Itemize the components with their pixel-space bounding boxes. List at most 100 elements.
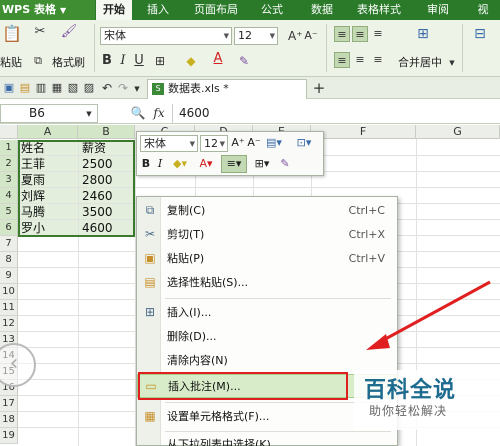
menu-item-insert[interactable]: ⊞ 插入(I)...: [137, 301, 397, 325]
tab-table-style[interactable]: 表格样式: [352, 0, 406, 20]
row-header[interactable]: 11: [0, 300, 18, 316]
open-icon[interactable]: ▤: [18, 80, 32, 96]
cell-b1[interactable]: 薪资: [80, 140, 134, 156]
tab-review[interactable]: 审阅: [420, 0, 456, 20]
font-name-combo[interactable]: 宋体 ▼: [100, 27, 232, 45]
decrease-font-icon[interactable]: A⁻: [247, 135, 261, 151]
cell-a3[interactable]: 夏雨: [19, 172, 77, 188]
merge-cells-icon[interactable]: ⊞: [412, 26, 434, 42]
undo-icon[interactable]: ↶: [100, 80, 114, 96]
column-header-g[interactable]: G: [416, 125, 500, 139]
fill-style-icon[interactable]: ▤▾: [263, 135, 285, 151]
select-all-corner[interactable]: [0, 125, 18, 139]
column-header-f[interactable]: F: [311, 125, 416, 139]
print-preview-icon[interactable]: ▦: [50, 80, 64, 96]
cell-a6[interactable]: 罗小: [19, 220, 77, 236]
increase-font-icon[interactable]: A⁺: [288, 28, 303, 44]
clear-format-icon[interactable]: ✎: [234, 53, 254, 69]
menu-item-pick-from-list[interactable]: 从下拉列表中选择(K)...: [137, 433, 397, 446]
document-icon[interactable]: ▨: [82, 80, 96, 96]
formula-input[interactable]: 4600: [172, 104, 500, 123]
fill-color-icon[interactable]: ◆▾: [169, 156, 191, 172]
format-painter-icon[interactable]: 🖌: [60, 24, 78, 40]
menu-item-delete[interactable]: 删除(D)...: [137, 325, 397, 349]
merge-center-label[interactable]: 合并居中: [398, 54, 442, 70]
bold-icon[interactable]: B: [140, 156, 152, 172]
chevron-down-icon[interactable]: ▼: [84, 106, 94, 122]
font-size-combo[interactable]: 12 ▼: [234, 27, 278, 45]
italic-icon[interactable]: I: [154, 156, 166, 172]
tab-home[interactable]: 开始: [96, 0, 132, 20]
cell-b4[interactable]: 2460: [80, 188, 134, 204]
print-icon[interactable]: ▥: [34, 80, 48, 96]
chevron-down-icon[interactable]: ▼: [224, 28, 229, 44]
row-header[interactable]: 18: [0, 412, 18, 428]
app-menu-button[interactable]: WPS 表格 ▼: [0, 0, 95, 20]
fill-color-icon[interactable]: ◆: [180, 53, 202, 69]
column-header-a[interactable]: A: [18, 125, 78, 139]
paste-icon[interactable]: 📋: [2, 26, 22, 46]
chevron-down-icon[interactable]: ▼: [448, 55, 456, 71]
menu-item-copy[interactable]: ⧉ 复制(C) Ctrl+C: [137, 199, 397, 223]
redo-icon[interactable]: ↷: [116, 80, 130, 96]
border-icon[interactable]: ⊞: [150, 53, 170, 69]
export-pdf-icon[interactable]: ▧: [66, 80, 80, 96]
mini-font-name-combo[interactable]: 宋体 ▼: [140, 135, 198, 152]
cell-b5[interactable]: 3500: [80, 204, 134, 220]
align-left-icon[interactable]: ≡: [334, 52, 350, 68]
new-tab-icon[interactable]: +: [312, 80, 326, 96]
cell-a2[interactable]: 王菲: [19, 156, 77, 172]
italic-icon[interactable]: I: [116, 53, 130, 69]
font-color-icon[interactable]: A▾: [195, 156, 217, 172]
tab-formulas[interactable]: 公式: [254, 0, 290, 20]
chevron-down-icon[interactable]: ▼: [132, 81, 142, 97]
paste-label[interactable]: 粘贴: [0, 54, 22, 70]
cut-icon[interactable]: ✂: [32, 24, 48, 40]
chevron-down-icon[interactable]: ▼: [220, 136, 225, 152]
border-icon[interactable]: ⊞▾: [251, 156, 273, 172]
align-right-icon[interactable]: ≡: [370, 52, 386, 68]
chevron-down-icon[interactable]: ▼: [190, 136, 195, 152]
column-header-b[interactable]: B: [78, 125, 135, 139]
wrap-text-icon[interactable]: ⊟: [470, 26, 490, 42]
row-header[interactable]: 1: [0, 140, 18, 156]
align-middle-icon[interactable]: ≡: [352, 26, 368, 42]
cell-a4[interactable]: 刘辉: [19, 188, 77, 204]
copy-icon[interactable]: ⧉: [32, 53, 44, 69]
row-header[interactable]: 10: [0, 284, 18, 300]
row-header[interactable]: 19: [0, 428, 18, 444]
menu-item-paste-special[interactable]: ▤ 选择性粘贴(S)...: [137, 271, 397, 295]
increase-font-icon[interactable]: A⁺: [231, 135, 245, 151]
format-painter-label[interactable]: 格式刷: [52, 54, 85, 70]
row-header[interactable]: 12: [0, 316, 18, 332]
row-header[interactable]: 7: [0, 236, 18, 252]
row-header[interactable]: 6: [0, 220, 18, 236]
format-cells-icon[interactable]: ⊡▾: [293, 135, 315, 151]
align-top-icon[interactable]: ≡: [334, 26, 350, 42]
format-painter-icon[interactable]: ✎: [277, 156, 293, 172]
align-center-icon[interactable]: ≡: [352, 52, 368, 68]
cell-b3[interactable]: 2800: [80, 172, 134, 188]
row-header[interactable]: 3: [0, 172, 18, 188]
fx-icon[interactable]: fx: [150, 105, 168, 121]
menu-item-cut[interactable]: ✂ 剪切(T) Ctrl+X: [137, 223, 397, 247]
scroll-back-icon[interactable]: ‹: [0, 343, 36, 387]
row-header[interactable]: 4: [0, 188, 18, 204]
cell-b6[interactable]: 4600: [80, 220, 134, 236]
cell-a1[interactable]: 姓名: [19, 140, 77, 156]
decrease-font-icon[interactable]: A⁻: [304, 28, 318, 44]
mini-font-size-combo[interactable]: 12 ▼: [200, 135, 228, 152]
row-header[interactable]: 17: [0, 396, 18, 412]
tab-page-layout[interactable]: 页面布局: [188, 0, 244, 20]
zoom-icon[interactable]: 🔍: [130, 105, 146, 121]
font-color-icon[interactable]: A: [208, 51, 228, 67]
row-header[interactable]: 5: [0, 204, 18, 220]
cell-b2[interactable]: 2500: [80, 156, 134, 172]
row-header[interactable]: 8: [0, 252, 18, 268]
bold-icon[interactable]: B: [100, 53, 114, 69]
menu-item-paste[interactable]: ▣ 粘贴(P) Ctrl+V: [137, 247, 397, 271]
underline-icon[interactable]: U: [132, 53, 146, 69]
tab-insert[interactable]: 插入: [140, 0, 176, 20]
row-header[interactable]: 9: [0, 268, 18, 284]
align-center-icon[interactable]: ≡▾: [221, 155, 247, 173]
